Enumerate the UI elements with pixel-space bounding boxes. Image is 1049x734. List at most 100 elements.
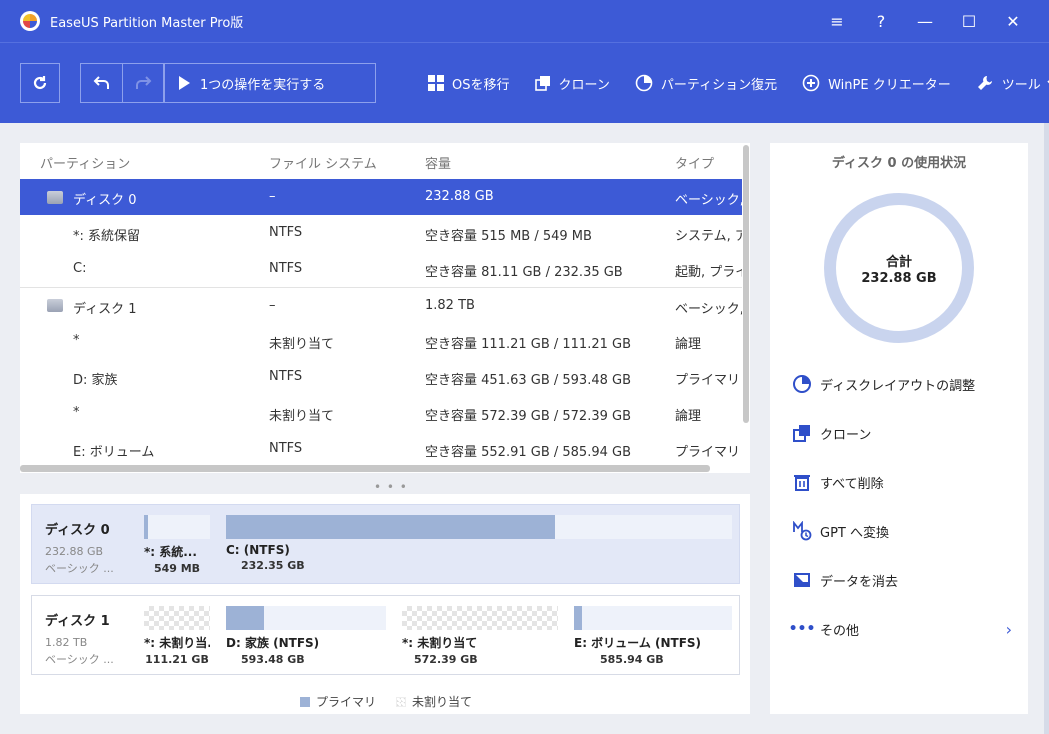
partition-type: ベーシック, M bbox=[675, 302, 742, 317]
horizontal-scrollbar[interactable] bbox=[20, 465, 710, 472]
partition-name: ディスク 0 bbox=[73, 193, 137, 208]
column-header-capacity[interactable]: 容量 bbox=[425, 153, 451, 172]
partition-name: * bbox=[73, 333, 80, 348]
plus-circle-icon bbox=[802, 74, 820, 92]
partition-type: システム, アク bbox=[675, 229, 742, 244]
refresh-button[interactable] bbox=[20, 63, 60, 103]
primary-swatch-icon bbox=[300, 696, 310, 707]
partition-label: *: 系統... bbox=[144, 545, 197, 559]
column-header-partition[interactable]: パーティション bbox=[40, 153, 130, 172]
toolbar: 1つの操作を実行する OSを移行 クローン パーティション復元 WinPE クリ… bbox=[0, 42, 1049, 123]
help-icon[interactable]: ? bbox=[859, 12, 903, 31]
table-row[interactable]: ディスク 1 – 1.82 TB ベーシック, M bbox=[20, 287, 742, 323]
partition-name: E: ボリューム bbox=[73, 445, 155, 460]
partition-type: 起動, プライ bbox=[675, 265, 742, 280]
table-row[interactable]: *: 系統保留 NTFS 空き容量 515 MB / 549 MB システム, … bbox=[20, 215, 742, 251]
table-row[interactable]: ディスク 0 – 232.88 GB ベーシック, M bbox=[20, 179, 742, 215]
legend: プライマリ 未割り当て bbox=[300, 693, 492, 710]
execute-operations-button[interactable]: 1つの操作を実行する bbox=[164, 63, 376, 103]
disk-size: 232.88 GB bbox=[45, 545, 104, 558]
clone-icon bbox=[792, 423, 812, 443]
operation-label: データを消去 bbox=[820, 574, 899, 590]
list-header: パーティション ファイル システム 容量 タイプ bbox=[20, 143, 740, 179]
winpe-creator-label: WinPE クリエーター bbox=[828, 77, 951, 93]
adjust-disk-layout-button[interactable]: ディスクレイアウトの調整 bbox=[792, 374, 1012, 394]
partition-type: 論理 bbox=[675, 409, 702, 424]
partition-bar bbox=[226, 515, 732, 539]
partition-size: 111.21 GB bbox=[145, 653, 209, 666]
disk-card[interactable]: ディスク 0 232.88 GB ベーシック ... *: 系統... 549 … bbox=[31, 504, 740, 584]
clone-operation-button[interactable]: クローン bbox=[792, 423, 1012, 443]
undo-button[interactable] bbox=[80, 63, 122, 103]
pie-icon bbox=[792, 374, 812, 394]
partition-label: *: 未割り当て bbox=[402, 636, 478, 650]
menu-icon[interactable]: ≡ bbox=[815, 12, 859, 31]
partition-label: C: (NTFS) bbox=[226, 543, 290, 557]
column-header-type[interactable]: タイプ bbox=[675, 153, 714, 172]
more-operations-button[interactable]: ••• その他 › bbox=[789, 619, 1012, 639]
partition-size: 572.39 GB bbox=[414, 653, 478, 666]
title-bar: EaseUS Partition Master Pro版 ≡ ? — ☐ ✕ bbox=[0, 0, 1049, 42]
close-icon[interactable]: ✕ bbox=[991, 12, 1035, 31]
partition-label: E: ボリューム (NTFS) bbox=[574, 636, 702, 650]
legend-primary: プライマリ bbox=[300, 693, 376, 710]
usage-total-value: 232.88 GB bbox=[861, 271, 937, 286]
filesystem: NTFS bbox=[269, 225, 303, 240]
partition-segment[interactable]: *: 系統... 549 MB bbox=[144, 515, 210, 575]
partition-size: 585.94 GB bbox=[600, 653, 664, 666]
filesystem: – bbox=[269, 298, 276, 313]
disk-card[interactable]: ディスク 1 1.82 TB ベーシック ... *: 未割り当... 111.… bbox=[31, 595, 740, 675]
filesystem: 未割り当て bbox=[269, 337, 335, 352]
partition-segment[interactable]: D: 家族 (NTFS) 593.48 GB bbox=[226, 606, 386, 666]
window-controls: ≡ ? — ☐ ✕ bbox=[815, 0, 1035, 42]
vertical-scrollbar-thumb[interactable] bbox=[743, 145, 749, 423]
window-edge bbox=[1044, 123, 1049, 734]
wrench-icon bbox=[976, 74, 994, 92]
migrate-os-button[interactable]: OSを移行 bbox=[428, 74, 510, 93]
table-row[interactable]: * 未割り当て 空き容量 111.21 GB / 111.21 GB 論理 bbox=[20, 323, 742, 359]
redo-button[interactable] bbox=[122, 63, 164, 103]
operation-label: ディスクレイアウトの調整 bbox=[820, 378, 976, 394]
column-header-filesystem[interactable]: ファイル システム bbox=[269, 153, 377, 172]
tools-menu-button[interactable]: ツール bbox=[976, 74, 1049, 93]
table-row[interactable]: E: ボリューム NTFS 空き容量 552.91 GB / 585.94 GB… bbox=[20, 431, 742, 467]
maximize-icon[interactable]: ☐ bbox=[947, 12, 991, 31]
vertical-scrollbar[interactable] bbox=[742, 143, 750, 473]
minimize-icon[interactable]: — bbox=[903, 12, 947, 31]
redo-icon bbox=[136, 76, 152, 89]
partition-type: プライマリ bbox=[675, 373, 741, 388]
disk-type: ベーシック ... bbox=[45, 562, 114, 575]
legend-primary-label: プライマリ bbox=[316, 695, 377, 709]
partition-bar bbox=[144, 606, 210, 630]
table-row[interactable]: * 未割り当て 空き容量 572.39 GB / 572.39 GB 論理 bbox=[20, 395, 742, 431]
partition-name: D: 家族 bbox=[73, 373, 118, 388]
disk-type: ベーシック ... bbox=[45, 653, 114, 666]
table-row[interactable]: D: 家族 NTFS 空き容量 451.63 GB / 593.48 GB プラ… bbox=[20, 359, 742, 395]
table-row[interactable]: C: NTFS 空き容量 81.11 GB / 232.35 GB 起動, プラ… bbox=[20, 251, 742, 287]
wipe-data-button[interactable]: データを消去 bbox=[792, 570, 1012, 590]
partition-name: C: bbox=[73, 261, 87, 276]
filesystem: NTFS bbox=[269, 261, 303, 276]
operation-label: GPT へ変換 bbox=[820, 525, 889, 541]
splitter-handle[interactable]: • • • bbox=[374, 480, 408, 494]
partition-segment[interactable]: C: (NTFS) 232.35 GB bbox=[226, 515, 732, 572]
partition-segment[interactable]: *: 未割り当て 572.39 GB bbox=[402, 606, 558, 666]
usage-title: ディスク 0 の使用状況 bbox=[831, 156, 967, 171]
toolbar-actions: OSを移行 クローン パーティション復元 WinPE クリエーター ツール bbox=[428, 63, 1049, 103]
operation-label: すべて削除 bbox=[820, 476, 884, 492]
partition-segment[interactable]: *: 未割り当... 111.21 GB bbox=[144, 606, 210, 666]
winpe-creator-button[interactable]: WinPE クリエーター bbox=[802, 74, 951, 93]
disk-map: ディスク 0 232.88 GB ベーシック ... *: 系統... 549 … bbox=[20, 494, 750, 714]
app-logo-icon bbox=[20, 11, 40, 31]
convert-to-gpt-button[interactable]: GPT へ変換 bbox=[792, 521, 1012, 541]
disk-icon bbox=[47, 191, 63, 204]
legend-unallocated: 未割り当て bbox=[396, 693, 472, 710]
capacity: 空き容量 572.39 GB / 572.39 GB bbox=[425, 409, 632, 424]
operation-label: クローン bbox=[820, 427, 872, 443]
partition-recovery-label: パーティション復元 bbox=[660, 77, 778, 93]
delete-all-button[interactable]: すべて削除 bbox=[792, 472, 1012, 492]
partition-recovery-button[interactable]: パーティション復元 bbox=[635, 74, 777, 93]
partition-segment[interactable]: E: ボリューム (NTFS) 585.94 GB bbox=[574, 606, 732, 666]
clone-button[interactable]: クローン bbox=[534, 74, 610, 93]
operations-panel: ディスク 0 の使用状況 合計 232.88 GB ディスクレイアウトの調整 ク… bbox=[770, 143, 1028, 714]
